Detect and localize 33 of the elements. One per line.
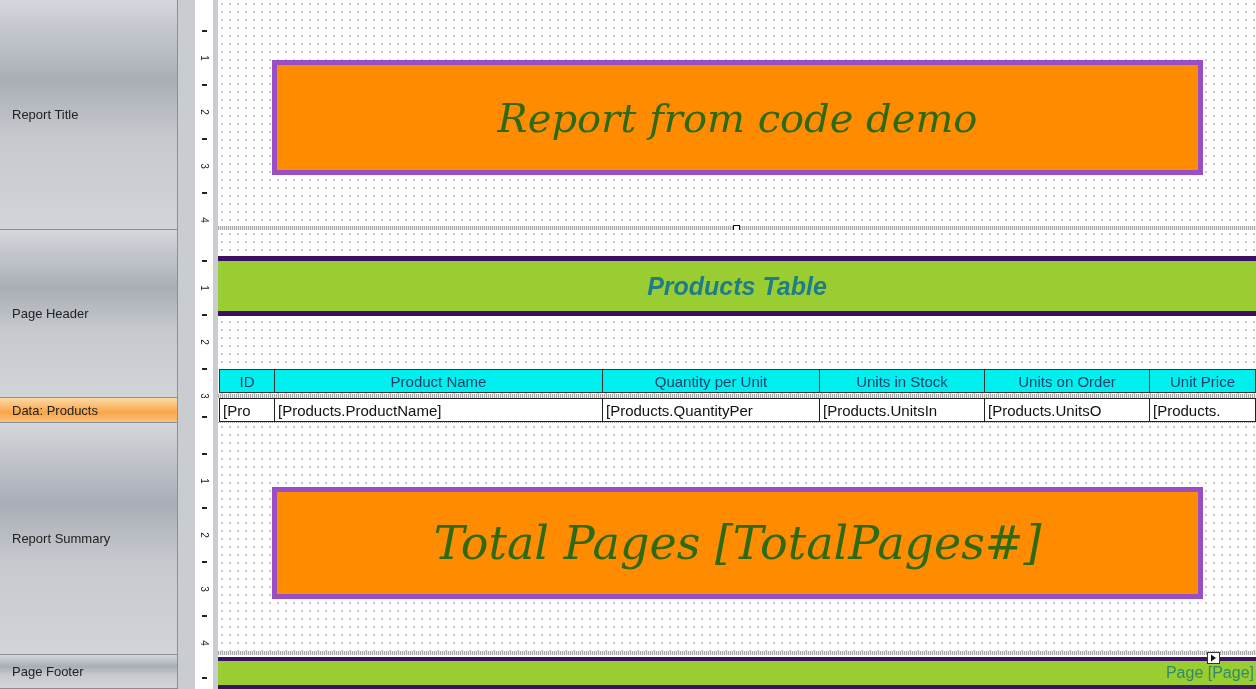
column-header: Units on Order [984,369,1150,393]
table-cell: [Products.UnitsO [984,398,1150,422]
band-label[interactable]: Report Summary [0,423,178,655]
column-header: Unit Price [1149,369,1256,393]
ruler-number: 3 [199,393,209,398]
ruler-number: 2 [199,532,209,538]
band-label[interactable]: Page Header [0,230,178,398]
ruler-number: 1 [199,478,209,484]
ruler-number: 4 [199,640,209,646]
table-cell: [Pro [219,398,275,422]
column-header: ID [219,369,275,393]
ruler-number: 1 [199,285,209,291]
table-cell: [Products.QuantityPer [602,398,820,422]
band-label[interactable]: Data: Products [0,398,178,423]
resize-handle-icon[interactable] [733,225,740,230]
column-header: Product Name [274,369,603,393]
page-number-text: Page [Page] [218,657,1256,689]
ruler-number: 3 [199,163,209,169]
band-label[interactable]: Page Footer [0,655,178,689]
table-cell: [Products.ProductName] [274,398,603,422]
ruler-number: 2 [199,109,209,115]
summary-text: Total Pages [TotalPages#] [272,487,1203,599]
table-title: Products Table [218,256,1256,316]
table-cell: [Products. [1149,398,1256,422]
ruler-number: 2 [199,339,209,345]
ruler-number: 1 [199,55,209,61]
column-header: Units in Stock [819,369,985,393]
ruler-number: 3 [199,586,209,592]
band-label[interactable]: Report Title [0,0,178,230]
report-title-text: Report from code demo [272,60,1203,175]
table-cell: [Products.UnitsIn [819,398,985,422]
ruler-number: 4 [199,217,209,223]
column-header: Quantity per Unit [602,369,820,393]
